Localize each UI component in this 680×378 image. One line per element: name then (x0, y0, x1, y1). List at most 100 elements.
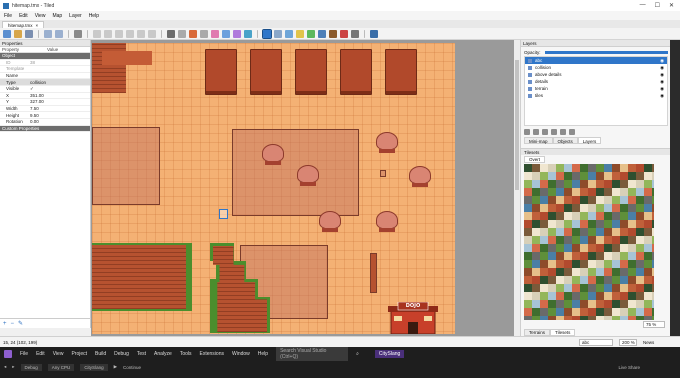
tileset-tile[interactable] (540, 244, 548, 252)
tileset-tile[interactable] (628, 172, 636, 180)
tileset-tile[interactable] (556, 276, 564, 284)
tileset-tile[interactable] (628, 276, 636, 284)
vs-live-share[interactable]: Live Share (618, 365, 640, 370)
tileset-tile[interactable] (652, 268, 654, 276)
tileset-tile[interactable] (588, 196, 596, 204)
tileset-tile[interactable] (596, 308, 604, 316)
tileset-tile[interactable] (556, 300, 564, 308)
tileset-tile[interactable] (540, 236, 548, 244)
tileset-tile[interactable] (548, 188, 556, 196)
tileset-tile[interactable] (588, 260, 596, 268)
tileset-tile[interactable] (596, 260, 604, 268)
tileset-tile[interactable] (532, 276, 540, 284)
tileset-tile[interactable] (588, 268, 596, 276)
delete-layer-icon[interactable] (560, 129, 566, 135)
tileset-tile[interactable] (572, 260, 580, 268)
tileset-tile[interactable] (604, 292, 612, 300)
tileset-tile[interactable] (572, 308, 580, 316)
tileset-tile[interactable] (564, 284, 572, 292)
tileset-tile[interactable] (644, 172, 652, 180)
tileset-tile[interactable] (572, 220, 580, 228)
tileset-tile[interactable] (636, 316, 644, 320)
tileset-tile[interactable] (548, 284, 556, 292)
tileset-tile[interactable] (524, 308, 532, 316)
tileset-tile[interactable] (620, 292, 628, 300)
tileset-tile[interactable] (540, 228, 548, 236)
tileset-tile[interactable] (556, 228, 564, 236)
section-object[interactable]: Object (0, 53, 90, 60)
vs-menu-window[interactable]: Window (232, 351, 250, 357)
tileset-tile[interactable] (524, 172, 532, 180)
tab-close-icon[interactable]: × (36, 23, 39, 28)
tileset-tile[interactable] (620, 276, 628, 284)
tileset-tile[interactable] (644, 252, 652, 260)
tileset-tile[interactable] (652, 196, 654, 204)
tileset-tile[interactable] (612, 268, 620, 276)
vs-menu-analyze[interactable]: Analyze (154, 351, 172, 357)
tileset-tile[interactable] (612, 164, 620, 172)
tileset-tile[interactable] (652, 292, 654, 300)
select-objects-icon[interactable] (262, 28, 272, 39)
tileset-tile[interactable] (548, 236, 556, 244)
tileset-tile[interactable] (548, 308, 556, 316)
tileset-tile[interactable] (628, 260, 636, 268)
tileset-tile[interactable] (612, 236, 620, 244)
vs-menu-extensions[interactable]: Extensions (200, 351, 224, 357)
tileset-tile[interactable] (524, 260, 532, 268)
tileset-tile[interactable] (628, 268, 636, 276)
section-custom-properties[interactable]: Custom Properties (0, 125, 90, 133)
map-canvas[interactable]: DOJO (91, 40, 520, 336)
tileset-tile[interactable] (604, 260, 612, 268)
tileset-tile[interactable] (652, 300, 654, 308)
tileset-tile[interactable] (564, 196, 572, 204)
tileset-tile[interactable] (652, 188, 654, 196)
tileset-tile[interactable] (644, 212, 652, 220)
tileset-tile[interactable] (580, 300, 588, 308)
tileset-tile[interactable] (636, 276, 644, 284)
tileset-tile[interactable] (612, 260, 620, 268)
tileset-tile[interactable] (580, 180, 588, 188)
tileset-tile[interactable] (572, 188, 580, 196)
tileset-tile[interactable] (612, 300, 620, 308)
terrain-brush-icon[interactable] (178, 29, 186, 38)
tileset-tile[interactable] (604, 308, 612, 316)
tileset-tile[interactable] (524, 284, 532, 292)
tileset-tile[interactable] (636, 212, 644, 220)
news-button[interactable]: News (643, 340, 654, 345)
insert-polygon-icon[interactable] (318, 29, 326, 38)
tileset-tile[interactable] (572, 228, 580, 236)
menu-help[interactable]: Help (89, 13, 99, 19)
tileset-tile[interactable] (580, 284, 588, 292)
tileset-tile[interactable] (636, 164, 644, 172)
rotate-right-icon[interactable] (126, 29, 134, 38)
tileset-tile[interactable] (572, 244, 580, 252)
tileset-tile[interactable] (564, 300, 572, 308)
tileset-tile[interactable] (580, 308, 588, 316)
tileset-tile[interactable] (596, 204, 604, 212)
tileset-tile[interactable] (548, 260, 556, 268)
tileset-tile[interactable] (620, 236, 628, 244)
flip-vertical-icon[interactable] (148, 29, 156, 38)
tileset-tile[interactable] (588, 172, 596, 180)
tileset-tile[interactable] (572, 316, 580, 320)
tileset-tile[interactable] (636, 188, 644, 196)
tileset-tile[interactable] (564, 172, 572, 180)
tileset-tile[interactable] (652, 244, 654, 252)
tileset-tile[interactable] (532, 300, 540, 308)
tileset-tile[interactable] (588, 252, 596, 260)
property-row-y[interactable]: Y 327.00 (0, 99, 90, 106)
rect-select-icon[interactable] (222, 29, 230, 38)
undo-icon[interactable] (44, 29, 52, 38)
tileset-tile[interactable] (644, 196, 652, 204)
tileset-tile[interactable] (580, 292, 588, 300)
tileset-tile[interactable] (532, 196, 540, 204)
tileset-tile[interactable] (596, 188, 604, 196)
eye-icon[interactable]: ◉ (660, 86, 664, 92)
tileset-tile[interactable] (604, 172, 612, 180)
tileset-tile[interactable] (620, 164, 628, 172)
tileset-tile[interactable] (556, 244, 564, 252)
tileset-tile[interactable] (532, 316, 540, 320)
tileset-tile[interactable] (564, 252, 572, 260)
tileset-tile[interactable] (532, 212, 540, 220)
tileset-tile[interactable] (588, 236, 596, 244)
